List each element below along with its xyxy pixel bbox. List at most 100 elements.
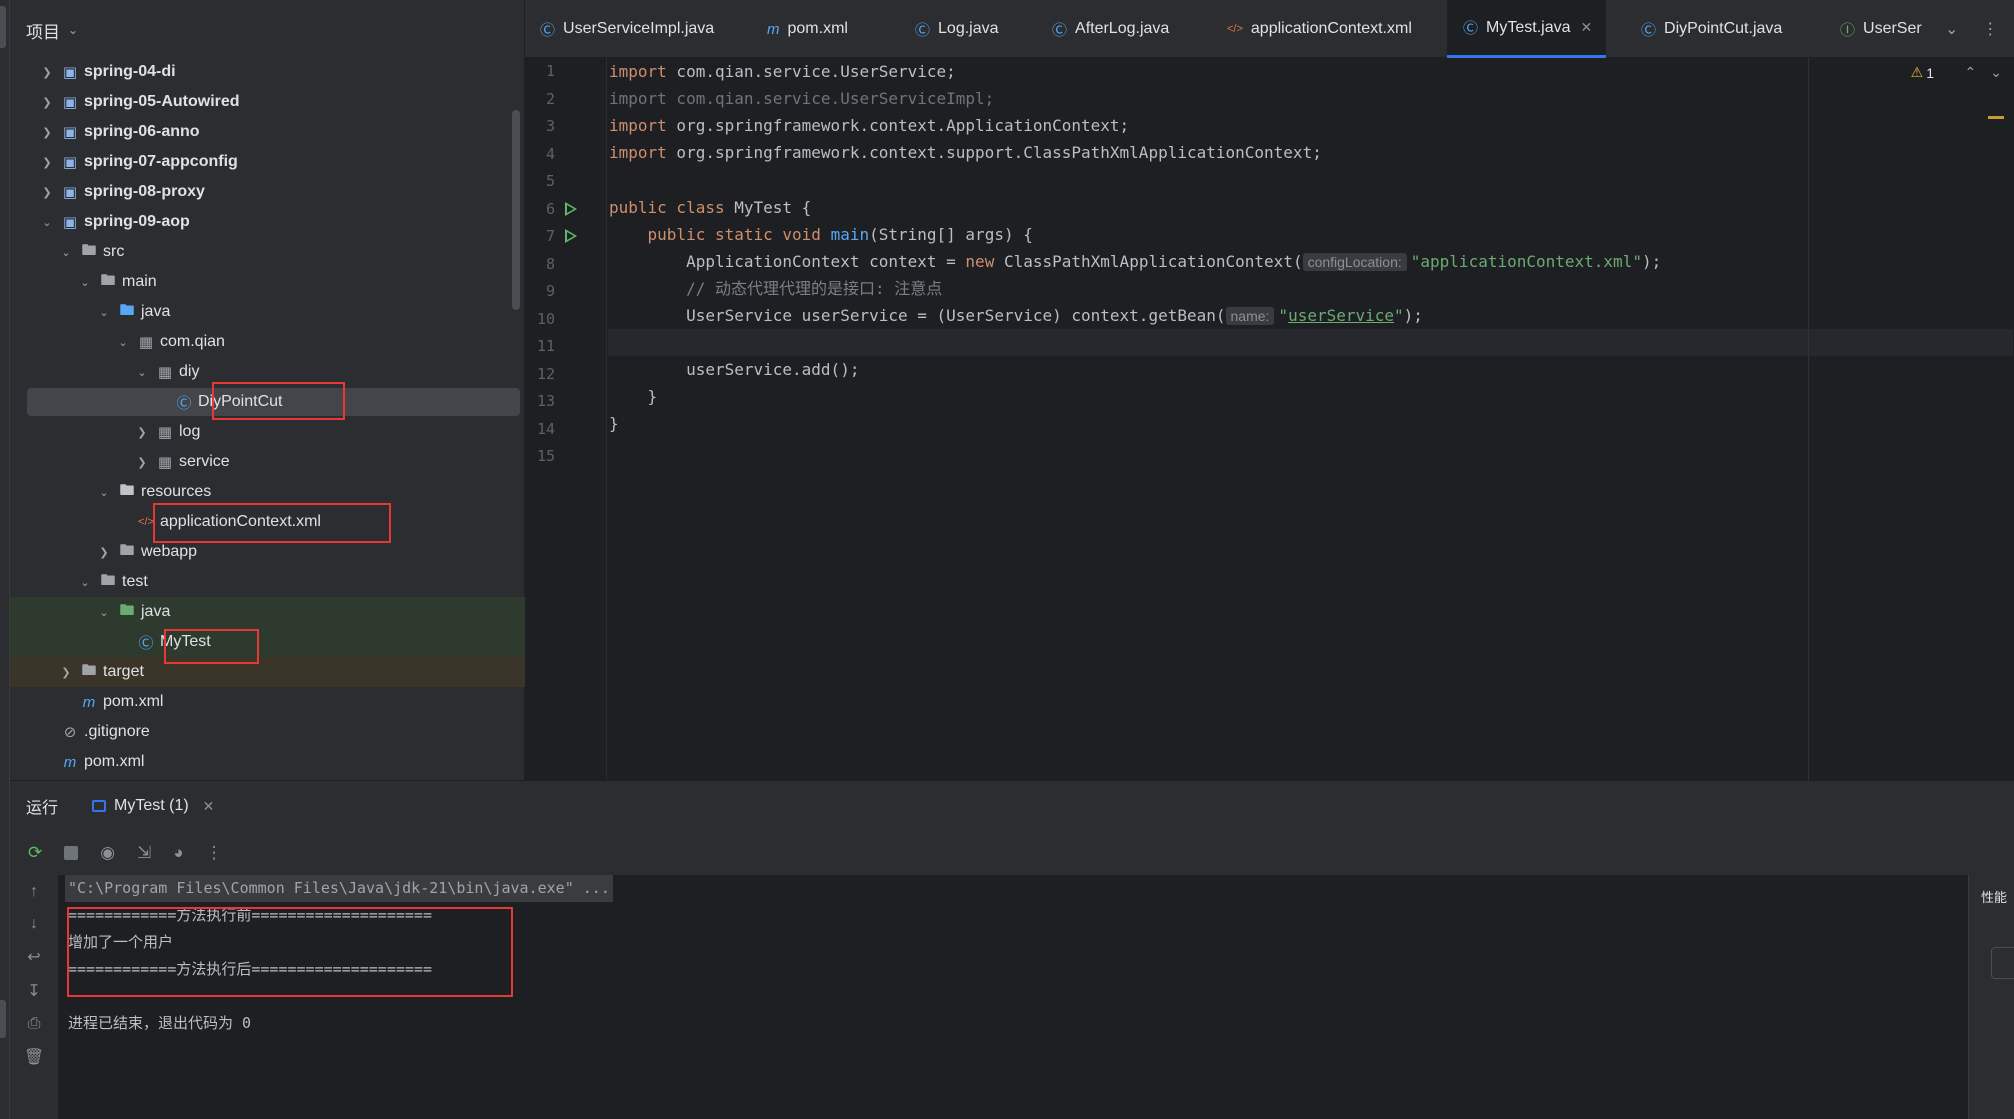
export-icon[interactable]: ⇲: [137, 843, 151, 863]
chevron-right-icon[interactable]: ❯: [97, 546, 111, 559]
run-header: 运行 MyTest (1) ✕: [10, 781, 2014, 831]
code-line-4: import org.springframework.context.suppo…: [609, 143, 1322, 162]
editor-tab[interactable]: Ⓒ AfterLog.java: [1052, 0, 1169, 58]
editor-tab[interactable]: </> applicationContext.xml: [1227, 0, 1412, 58]
chevron-right-icon[interactable]: ❯: [40, 186, 54, 199]
tree-item[interactable]: ⌄ ▦ com.qian: [10, 327, 525, 357]
tree-item[interactable]: ❯ ▦ service: [10, 447, 525, 477]
chevron-down-icon[interactable]: ⌄: [78, 276, 92, 289]
more-icon[interactable]: ⋮: [1982, 19, 1998, 39]
run-gutter-icon[interactable]: [565, 201, 577, 216]
tree-item[interactable]: ❯ 🖿 webapp: [10, 537, 525, 567]
chevron-down-icon[interactable]: ⌄: [97, 606, 111, 619]
perf-button[interactable]: [1991, 947, 2014, 979]
tree-item[interactable]: ❯ ▣ spring-08-proxy: [10, 177, 525, 207]
editor-tab[interactable]: Ⓒ MyTest.java ✕: [1447, 0, 1607, 58]
chevron-right-icon[interactable]: ❯: [40, 96, 54, 109]
code-comment: // 动态代理代理的是接口: 注意点: [686, 279, 943, 298]
chevron-down-icon[interactable]: ⌄: [135, 366, 149, 379]
chevron-right-icon[interactable]: ❯: [40, 156, 54, 169]
chevron-right-icon[interactable]: ❯: [40, 66, 54, 79]
resources-folder-icon: 🖿: [119, 481, 135, 499]
tree-item[interactable]: ⌄ 🖿 src: [10, 237, 525, 267]
tree-item[interactable]: ❯ ▣ spring-06-anno: [10, 117, 525, 147]
editor-tab[interactable]: Ⓒ Log.java: [915, 0, 999, 58]
perf-label[interactable]: 性能: [1981, 887, 2007, 906]
code-line-9: // 动态代理代理的是接口: 注意点: [609, 275, 942, 302]
camera-icon[interactable]: ◉: [100, 843, 115, 863]
line-number: 5: [545, 172, 555, 190]
stop-icon[interactable]: [64, 846, 79, 860]
close-icon[interactable]: ✕: [203, 798, 215, 815]
tree-item[interactable]: m pom.xml: [10, 747, 525, 777]
run-gutter-icon[interactable]: [565, 229, 577, 243]
chevron-down-icon[interactable]: ⌄: [1945, 19, 1958, 39]
arrow-down-icon[interactable]: ↓: [30, 915, 38, 933]
tree-item[interactable]: ⌄ 🖿 test: [10, 567, 525, 597]
chevron-down-icon[interactable]: ⌄: [97, 306, 111, 319]
editor-tab[interactable]: Ⓒ UserServiceImpl.java: [540, 0, 714, 58]
tree-item[interactable]: ⌄ ▦ diy: [10, 357, 525, 387]
warning-icon: ⚠: [1910, 64, 1924, 80]
tree-item[interactable]: ❯ 🖿 target: [10, 657, 525, 687]
close-icon[interactable]: ✕: [1580, 19, 1592, 36]
inspection-nav: ⌃ ⌄: [1965, 64, 2002, 81]
tree-scrollbar[interactable]: [512, 110, 520, 310]
chevron-right-icon[interactable]: ❯: [135, 426, 149, 439]
tree-item[interactable]: ❯ ▦ log: [10, 417, 525, 447]
strip-handle[interactable]: [0, 6, 6, 48]
soft-wrap-icon[interactable]: ↩: [27, 947, 40, 967]
chevron-down-icon[interactable]: ⌄: [40, 216, 54, 229]
line-number: 13: [536, 392, 555, 410]
scroll-to-end-icon[interactable]: ↧: [27, 981, 40, 1001]
module-icon: ▣: [62, 94, 78, 111]
performance-side-panel: 性能: [1968, 875, 2014, 1119]
run-tab-mytest[interactable]: MyTest (1) ✕: [92, 797, 214, 815]
chevron-down-icon[interactable]: ⌄: [116, 336, 130, 349]
chevron-right-icon[interactable]: ❯: [135, 456, 149, 469]
tree-item[interactable]: ⌄ 🖿 java: [10, 597, 525, 627]
code-editor[interactable]: 1 2 3 4 5 6 7 8 9 10 11 12 13 14 15 ⚠ 1 ⌃ ⌄ import com…: [525, 58, 2014, 780]
folder-icon: 🖿: [81, 661, 97, 679]
editor-tab[interactable]: m pom.xml: [767, 0, 848, 58]
tree-item[interactable]: ❯ ▣ spring-04-di: [10, 57, 525, 87]
xml-file-icon: </>: [138, 516, 154, 528]
tree-item[interactable]: ⌄ 🖿 resources: [10, 477, 525, 507]
chevron-up-icon[interactable]: ⌃: [1965, 64, 1977, 81]
inspection-widget[interactable]: ⚠ 1: [1911, 64, 1934, 81]
editor-tab[interactable]: Ⓒ DiyPointCut.java: [1641, 0, 1782, 58]
project-header[interactable]: 项目 ⌄: [10, 0, 525, 60]
tree-item[interactable]: </> applicationContext.xml: [10, 507, 525, 537]
chevron-down-icon[interactable]: ⌄: [59, 246, 73, 259]
code-line-2: import com.qian.service.UserServiceImpl;: [609, 89, 995, 108]
tree-item[interactable]: ⊘ .gitignore: [10, 717, 525, 747]
chevron-down-icon[interactable]: ⌄: [68, 23, 78, 37]
tree-item[interactable]: m pom.xml: [10, 687, 525, 717]
line-number: 11: [536, 337, 555, 355]
tree-item[interactable]: ❯ ▣ spring-05-Autowired: [10, 87, 525, 117]
tree-item[interactable]: ⌄ ▣ spring-09-aop: [10, 207, 525, 237]
chevron-right-icon[interactable]: ❯: [40, 126, 54, 139]
tree-item[interactable]: Ⓒ MyTest: [10, 627, 525, 657]
folder-icon: 🖿: [100, 271, 116, 289]
chevron-right-icon[interactable]: ❯: [59, 666, 73, 679]
print-icon[interactable]: ⎙: [28, 1015, 41, 1033]
editor-tab[interactable]: Ⓘ UserSer: [1840, 0, 1922, 58]
tree-item[interactable]: Ⓒ DiyPointCut: [10, 387, 525, 417]
console-output[interactable]: "C:\Program Files\Common Files\Java\jdk-…: [58, 875, 1968, 1119]
more-icon[interactable]: ⋮: [206, 843, 223, 863]
coverage-icon[interactable]: ◕: [173, 843, 183, 863]
error-stripe-mark[interactable]: [1988, 116, 2004, 119]
strip-handle[interactable]: [0, 1000, 6, 1038]
tree-item[interactable]: ⌄ 🖿 main: [10, 267, 525, 297]
arrow-up-icon[interactable]: ↑: [30, 883, 38, 901]
trash-icon[interactable]: 🗑: [24, 1047, 44, 1067]
tree-item[interactable]: ⌄ 🖿 java: [10, 297, 525, 327]
tree-item-label: spring-07-appconfig: [84, 153, 238, 170]
chevron-down-icon[interactable]: ⌄: [78, 576, 92, 589]
chevron-down-icon[interactable]: ⌄: [97, 486, 111, 499]
tree-item[interactable]: ❯ ▣ spring-07-appconfig: [10, 147, 525, 177]
rerun-icon[interactable]: ⟳: [28, 843, 42, 863]
java-class-icon: Ⓒ: [1641, 21, 1657, 39]
chevron-down-icon[interactable]: ⌄: [1990, 64, 2002, 81]
